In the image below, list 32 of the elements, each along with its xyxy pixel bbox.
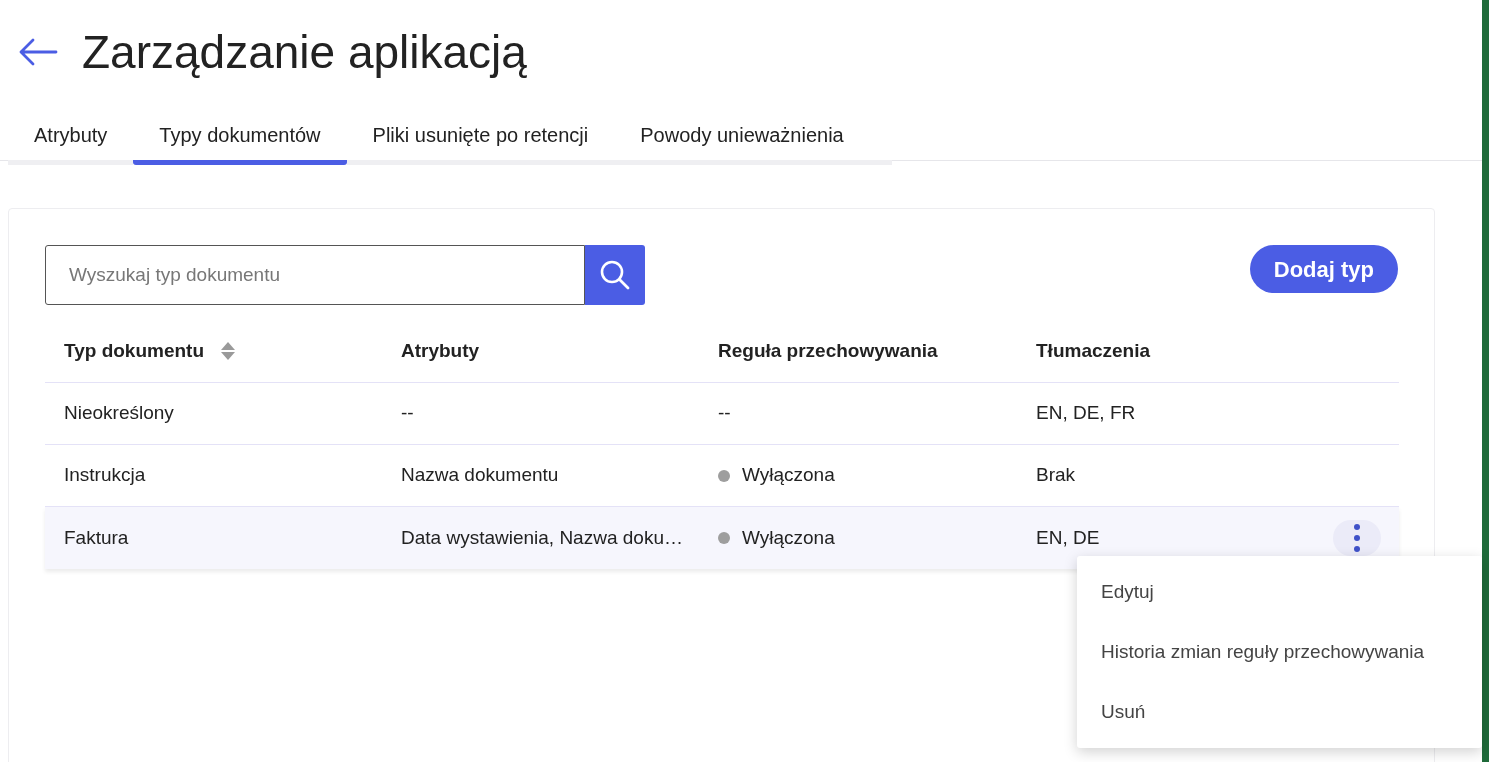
table-cell-text: Faktura (64, 525, 129, 550)
table-cell-text: -- (718, 401, 731, 426)
more-options-button[interactable] (1333, 520, 1381, 556)
menu-item[interactable]: Historia zmian reguły przechowywania (1077, 622, 1482, 682)
kebab-icon (1353, 523, 1361, 553)
column-header: Reguła przechowywania (718, 338, 938, 363)
search-icon (599, 259, 631, 291)
table-cell-text: Brak (1036, 463, 1076, 488)
menu-item[interactable]: Usuń (1077, 682, 1482, 742)
table-cell-text: Data wystawienia, Nazwa doku… (401, 525, 683, 550)
table-cell-text: -- (401, 401, 414, 426)
table-cell-text: Instrukcja (64, 463, 146, 488)
table-cell-text: EN, DE, FR (1036, 401, 1136, 426)
table-cell-text: EN, DE (1036, 525, 1100, 550)
table-row[interactable]: Nieokreślony -- -- EN, DE, FR (45, 383, 1399, 445)
tab[interactable]: Typy dokumentów (133, 110, 347, 165)
column-header[interactable]: Typ dokumentu (64, 336, 237, 366)
table-row[interactable]: Faktura Data wystawienia, Nazwa doku… Wyłączona EN, DE (45, 507, 1399, 569)
back-arrow-icon[interactable] (18, 38, 58, 66)
table-cell-text: Nieokreślony (64, 401, 174, 426)
column-header: Atrybuty (401, 338, 480, 363)
tab[interactable]: Pliki usunięte po retencji (346, 110, 615, 165)
search-field[interactable]: Wyszukaj typ dokumentu (45, 245, 585, 305)
tab[interactable]: Powody unieważnienia (614, 110, 870, 165)
tab[interactable]: Atrybuty (8, 110, 134, 165)
table-cell-text: Wyłączona (742, 463, 835, 488)
search-button[interactable] (585, 245, 645, 305)
sort-icon (220, 341, 237, 361)
table-cell-text: Wyłączona (742, 525, 835, 550)
add-type-button[interactable]: Dodaj typ (1249, 245, 1398, 293)
column-header: Tłumaczenia (1036, 338, 1151, 363)
table-cell-text: Nazwa dokumentu (401, 463, 559, 488)
